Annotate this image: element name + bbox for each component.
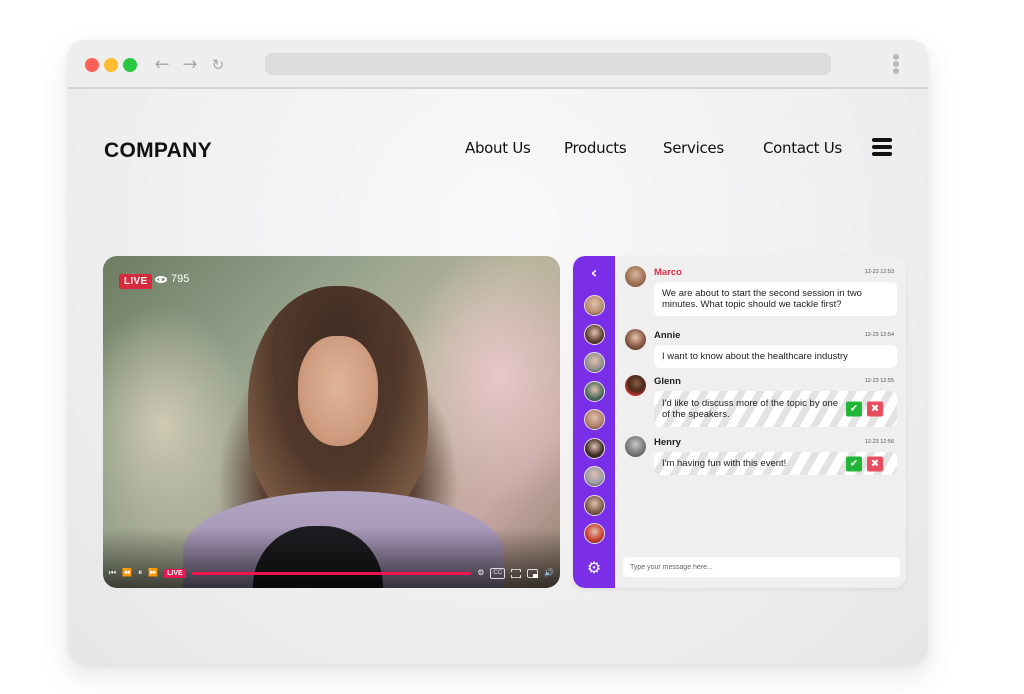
participant-avatar[interactable] <box>584 494 605 516</box>
avatar[interactable] <box>625 266 646 287</box>
participant-avatar[interactable] <box>584 352 605 373</box>
message-author[interactable]: Annie <box>654 330 680 341</box>
back-arrow-icon[interactable]: ← <box>152 54 172 76</box>
message-bubble: I'm having fun with this event! ✔ ✖ <box>654 452 897 475</box>
pause-icon[interactable]: ⏸ <box>138 566 142 580</box>
approve-message-button[interactable]: ✔ <box>846 456 862 471</box>
message-text: I'd like to discuss more of the topic by… <box>662 398 839 420</box>
nav-link-products[interactable]: Products <box>564 139 627 157</box>
close-window-button[interactable] <box>85 58 99 72</box>
chat-message: Annie 12-23 12:54 I want to know about t… <box>625 329 897 369</box>
chat-message-input[interactable] <box>623 557 900 577</box>
video-progress-fill <box>191 571 472 575</box>
approve-message-button[interactable]: ✔ <box>846 401 862 417</box>
message-bubble: We are about to start the second session… <box>654 282 897 316</box>
live-indicator-button[interactable]: LIVE <box>164 568 186 578</box>
avatar[interactable] <box>625 436 646 457</box>
forward-arrow-icon[interactable]: → <box>180 54 200 76</box>
skip-back-icon[interactable]: ⏮ <box>109 566 116 580</box>
viewer-count: 795 <box>155 273 189 285</box>
viewer-count-value: 795 <box>171 273 190 285</box>
hamburger-menu-icon[interactable] <box>872 138 892 156</box>
moderation-actions: ✔ ✖ <box>846 456 883 471</box>
fullscreen-icon[interactable] <box>511 568 522 578</box>
reject-message-button[interactable]: ✖ <box>867 401 883 417</box>
nav-link-services[interactable]: Services <box>663 139 724 157</box>
message-bubble: I'd like to discuss more of the topic by… <box>654 391 897 427</box>
participant-avatar[interactable] <box>584 409 605 430</box>
video-progress-bar[interactable] <box>191 571 472 575</box>
minimize-window-button[interactable] <box>104 58 118 72</box>
fast-forward-icon[interactable]: ⏩ <box>148 566 158 580</box>
closed-captions-button[interactable]: CC <box>490 567 506 579</box>
maximize-window-button[interactable] <box>123 58 137 72</box>
browser-window: ← → ↻ COMPANY About Us Products Services… <box>68 40 928 664</box>
message-text: I'm having fun with this event! <box>662 458 787 469</box>
rewind-icon[interactable]: ⏪ <box>122 566 132 580</box>
participant-avatar[interactable] <box>584 437 605 459</box>
reload-icon[interactable]: ↻ <box>208 54 228 76</box>
live-chat-panel: ‹ ⚙ Marco 12-23 12:53 We are about to st… <box>573 256 906 588</box>
message-author[interactable]: Marco <box>654 267 682 278</box>
avatar[interactable] <box>625 375 646 396</box>
message-timestamp: 12-23 12:53 <box>864 269 894 275</box>
collapse-chevron-icon[interactable]: ‹ <box>573 263 615 282</box>
settings-icon[interactable]: ⚙ <box>477 566 484 580</box>
participant-avatar[interactable] <box>584 380 605 402</box>
message-author[interactable]: Henry <box>654 437 681 448</box>
participant-avatar[interactable] <box>584 295 605 316</box>
message-timestamp: 12-23 12:54 <box>864 332 894 338</box>
message-timestamp: 12-23 12:56 <box>864 439 894 445</box>
reject-message-button[interactable]: ✖ <box>867 456 883 471</box>
chat-message: Marco 12-23 12:53 We are about to start … <box>625 266 897 322</box>
chat-message-pending: Glenn 12-23 12:55 I'd like to discuss mo… <box>625 375 897 433</box>
participant-avatar[interactable] <box>584 323 605 345</box>
live-video-player[interactable]: LIVE 795 ⏮ ⏪ ⏸ ⏩ LIVE ⚙ CC 🔊 <box>103 256 560 588</box>
message-text: I want to know about the healthcare indu… <box>662 351 848 362</box>
browser-menu-icon[interactable] <box>892 54 900 76</box>
eye-icon <box>155 275 167 283</box>
video-controls: ⏮ ⏪ ⏸ ⏩ LIVE ⚙ CC 🔊 <box>109 566 554 580</box>
avatar[interactable] <box>625 329 646 350</box>
message-text: We are about to start the second session… <box>662 288 862 310</box>
participants-sidebar: ‹ ⚙ <box>573 256 615 588</box>
message-author[interactable]: Glenn <box>654 376 681 387</box>
video-frame-face <box>298 336 378 446</box>
picture-in-picture-icon[interactable] <box>527 568 539 578</box>
chat-settings-icon[interactable]: ⚙ <box>573 558 615 577</box>
message-bubble: I want to know about the healthcare indu… <box>654 345 897 368</box>
address-bar[interactable] <box>265 53 831 75</box>
live-badge: LIVE <box>119 274 153 289</box>
message-timestamp: 12-23 12:55 <box>864 378 894 384</box>
browser-toolbar: ← → ↻ <box>68 40 928 89</box>
participant-avatar[interactable] <box>584 466 605 487</box>
moderation-actions: ✔ ✖ <box>846 401 883 417</box>
nav-link-contact-us[interactable]: Contact Us <box>763 139 842 157</box>
company-logo[interactable]: COMPANY <box>104 139 212 163</box>
chat-message-pending: Henry 12-23 12:56 I'm having fun with th… <box>625 436 897 478</box>
nav-link-about-us[interactable]: About Us <box>465 139 531 157</box>
participant-avatar[interactable] <box>584 523 605 544</box>
volume-icon[interactable]: 🔊 <box>544 566 554 580</box>
